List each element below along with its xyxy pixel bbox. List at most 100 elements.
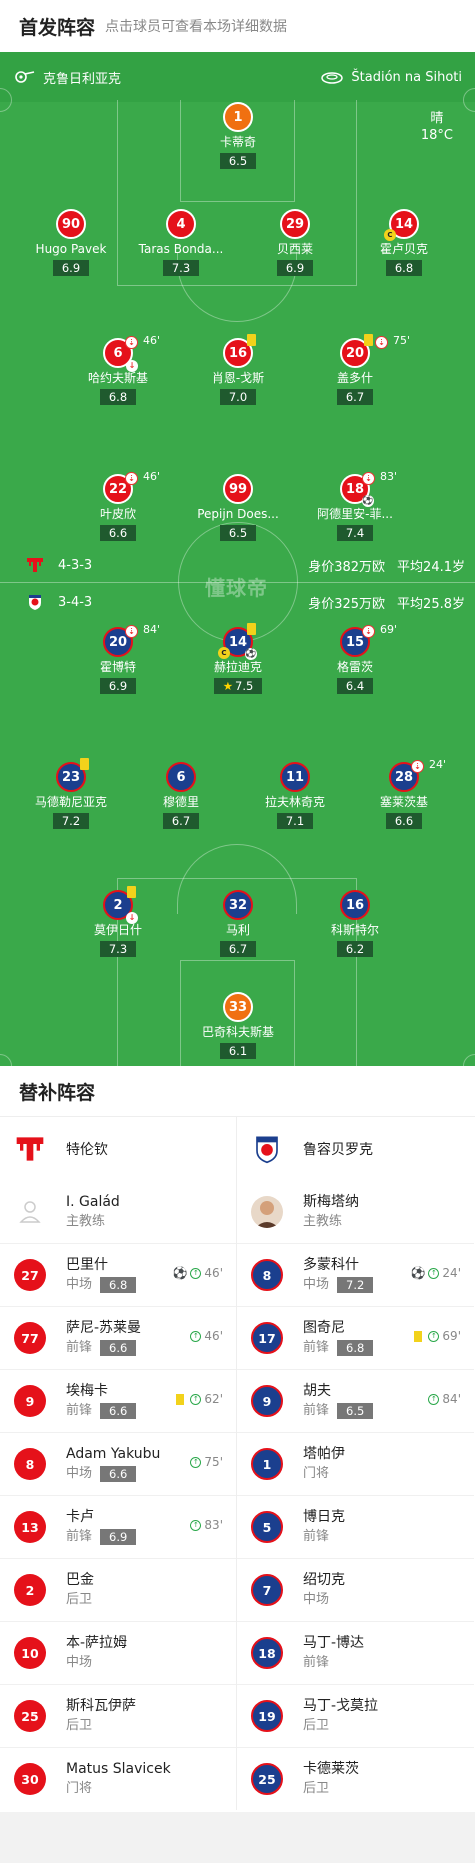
player-away-23[interactable]: 23 马德勒尼亚克 7.2 bbox=[16, 758, 126, 829]
player-away-11[interactable]: 11 拉夫林奇克 7.1 bbox=[240, 762, 350, 829]
player-home-29[interactable]: 29 贝西莱 6.9 bbox=[240, 209, 350, 276]
team-name: 特伦钦 bbox=[66, 1141, 108, 1158]
player-home-1[interactable]: 1 卡蒂奇 6.5 bbox=[183, 102, 293, 169]
sub-player-row[interactable]: 8 多蒙科什 中场 7.2 ⚽ ↑ 24' bbox=[237, 1243, 474, 1306]
player-home-20[interactable]: 20 ⇣ 75' 盖多什 6.7 bbox=[300, 334, 410, 405]
sub-player-row[interactable]: 17 图奇尼 前锋 6.8 ↑ 69' bbox=[237, 1306, 474, 1369]
yellow-card-icon bbox=[247, 334, 256, 346]
sub-player-row[interactable]: 7 绍切克 中场 bbox=[237, 1558, 474, 1621]
sub-out-icon: ⇣ bbox=[125, 625, 138, 638]
player-home-18[interactable]: 18 ⇣ ⚽ 83' 阿德里安-菲... 7.4 bbox=[300, 470, 410, 541]
player-rating: 7.0 bbox=[219, 389, 257, 405]
sub-player-row[interactable]: 9 胡夫 前锋 6.5 ↑ 84' bbox=[237, 1369, 474, 1432]
home-subs-team[interactable]: 特伦钦 bbox=[0, 1117, 236, 1180]
kit-number: 16 bbox=[228, 345, 248, 361]
sub-player-rating: 7.2 bbox=[337, 1276, 374, 1293]
yellow-card-icon bbox=[414, 1330, 423, 1342]
player-name: 肖恩-戈斯 bbox=[211, 371, 265, 385]
player-name: 哈约夫斯基 bbox=[87, 371, 148, 385]
player-home-4[interactable]: 4 Taras Bonda... 7.3 bbox=[126, 209, 236, 276]
player-away-14[interactable]: 14C ⚽ 赫拉迪克 7.5 bbox=[183, 623, 293, 694]
sub-player-row[interactable]: 2 巴金 后卫 bbox=[0, 1558, 236, 1621]
yellow-card-icon bbox=[364, 334, 373, 346]
sub-player-row[interactable]: 30 Matus Slavicek 门将 bbox=[0, 1747, 236, 1810]
sub-kit-number: 5 bbox=[251, 1511, 283, 1543]
player-away-2[interactable]: 2 ↓ 莫伊日什 7.3 bbox=[63, 886, 173, 957]
player-rating: 6.6 bbox=[99, 525, 137, 541]
player-home-6[interactable]: 6 ⇣ ↓ 46' 哈约夫斯基 6.8 bbox=[63, 334, 173, 405]
sub-kit-number: 13 bbox=[14, 1511, 46, 1543]
sub-kit-number: 7 bbox=[251, 1574, 283, 1606]
sub-player-name: 马丁-博达 bbox=[303, 1635, 365, 1651]
home-team-logo-icon bbox=[27, 558, 43, 572]
away-subs-team[interactable]: 鲁容贝罗克 bbox=[237, 1117, 474, 1180]
section-title: 首发阵容 bbox=[19, 16, 96, 39]
sub-player-row[interactable]: 18 马丁-博达 前锋 bbox=[237, 1621, 474, 1684]
player-rating: 6.5 bbox=[219, 525, 257, 541]
player-kit: 4 bbox=[166, 209, 196, 239]
sub-kit-number: 77 bbox=[14, 1322, 46, 1354]
sub-player-row[interactable]: 19 马丁-戈莫拉 后卫 bbox=[237, 1684, 474, 1747]
sub-player-row[interactable]: 27 巴里什 中场 6.8 ⚽ ↑ 46' bbox=[0, 1243, 236, 1306]
sub-player-row[interactable]: 8 Adam Yakubu 中场 6.6 ↑ 75' bbox=[0, 1432, 236, 1495]
home-coach[interactable]: I. Galád 主教练 bbox=[0, 1180, 236, 1243]
player-name: 卡蒂奇 bbox=[219, 135, 256, 149]
player-kit: 20 ⇣ bbox=[340, 334, 388, 368]
coach-photo-avatar bbox=[251, 1195, 283, 1228]
player-home-14[interactable]: 14 C 霍卢贝克 6.8 bbox=[349, 209, 459, 276]
yellow-card-icon bbox=[176, 1393, 185, 1405]
sub-player-row[interactable]: 77 萨尼-苏莱曼 前锋 6.6 ↑ 46' bbox=[0, 1306, 236, 1369]
away-team-logo-icon bbox=[256, 1136, 278, 1163]
player-away-16[interactable]: 16 科斯特尔 6.2 bbox=[300, 890, 410, 957]
player-away-33[interactable]: 33 巴奇科夫斯基 6.1 bbox=[183, 992, 293, 1059]
sub-in-icon: ↑ bbox=[190, 1330, 202, 1342]
sub-in-minute: 83' bbox=[204, 1518, 223, 1532]
player-away-6[interactable]: 6 穆德里 6.7 bbox=[126, 762, 236, 829]
player-home-99[interactable]: 99 Pepijn Does... 6.5 bbox=[183, 474, 293, 541]
sub-player-row[interactable]: 5 博日克 前锋 bbox=[237, 1495, 474, 1558]
player-name: 穆德里 bbox=[162, 795, 199, 809]
substitutes-section: 替补阵容 特伦钦 I. Galád 主教练 27 巴里什 中场 6.8 ⚽ ↑ 46' 77 萨尼… bbox=[0, 1066, 475, 1810]
sub-player-position: 后卫 bbox=[303, 1781, 330, 1796]
captain-icon: C bbox=[218, 647, 230, 659]
sub-player-row[interactable]: 10 本-萨拉姆 中场 bbox=[0, 1621, 236, 1684]
sub-player-row[interactable]: 25 斯科瓦伊萨 后卫 bbox=[0, 1684, 236, 1747]
player-away-20[interactable]: 20 ⇣ 84' 霍博特 6.9 bbox=[63, 623, 173, 694]
away-coach[interactable]: 斯梅塔纳 主教练 bbox=[237, 1180, 474, 1243]
sub-in-minute: 24' bbox=[442, 1266, 461, 1280]
player-home-90[interactable]: 90 Hugo Pavek 6.9 bbox=[16, 209, 126, 276]
sub-kit-number: 27 bbox=[14, 1259, 46, 1291]
sub-minute: 75' bbox=[393, 334, 411, 347]
sub-events: ↑ 46' bbox=[190, 1329, 223, 1343]
player-name: 巴奇科夫斯基 bbox=[201, 1025, 274, 1039]
kit-number: 14 bbox=[228, 634, 248, 650]
sub-player-position: 中场 bbox=[66, 1655, 93, 1670]
player-rating: 6.5 bbox=[219, 153, 257, 169]
sub-player-name: 萨尼-苏莱曼 bbox=[66, 1320, 142, 1336]
home-subs-column: 特伦钦 I. Galád 主教练 27 巴里什 中场 6.8 ⚽ ↑ 46' 77 萨尼-苏莱曼前… bbox=[0, 1117, 237, 1810]
away-squad-value: 身价325万欧 bbox=[308, 596, 386, 612]
sub-player-row[interactable]: 25 卡德莱茨 后卫 bbox=[237, 1747, 474, 1810]
player-name: 霍卢贝克 bbox=[379, 242, 428, 256]
player-home-16[interactable]: 16 肖恩-戈斯 7.0 bbox=[183, 334, 293, 405]
player-home-22[interactable]: 22 ⇣ 46' 叶皮欣 6.6 bbox=[63, 470, 173, 541]
player-rating: 6.8 bbox=[99, 389, 137, 405]
sub-in-icon: ↑ bbox=[428, 1393, 440, 1405]
sub-kit-number: 9 bbox=[14, 1385, 46, 1417]
sub-player-row[interactable]: 1 塔帕伊 门将 bbox=[237, 1432, 474, 1495]
player-away-15[interactable]: 15 ⇣ 69' 格雷茨 6.4 bbox=[300, 623, 410, 694]
goal-ball-icon: ⚽ bbox=[362, 495, 374, 507]
sub-minute: 83' bbox=[380, 470, 398, 483]
sub-player-row[interactable]: 13 卡卢 前锋 6.9 ↑ 83' bbox=[0, 1495, 236, 1558]
player-away-32[interactable]: 32 马利 6.7 bbox=[183, 890, 293, 957]
away-formation-bar: 3-4-3 身价325万欧 平均25.8岁 bbox=[0, 591, 475, 613]
player-away-28[interactable]: 28 ⇣ 24' 塞莱茨基 6.6 bbox=[349, 758, 459, 829]
sub-out-icon: ⇣ bbox=[125, 472, 138, 485]
sub-kit-number: 10 bbox=[14, 1637, 46, 1669]
sub-minute: 46' bbox=[143, 334, 161, 347]
sub-player-row[interactable]: 9 埃梅卡 前锋 6.6 ↑ 62' bbox=[0, 1369, 236, 1432]
kit-number: 23 bbox=[61, 769, 81, 785]
kit-number: 20 bbox=[345, 345, 365, 361]
coach-name: 斯梅塔纳 bbox=[303, 1193, 359, 1210]
player-rating: 6.8 bbox=[385, 260, 423, 276]
